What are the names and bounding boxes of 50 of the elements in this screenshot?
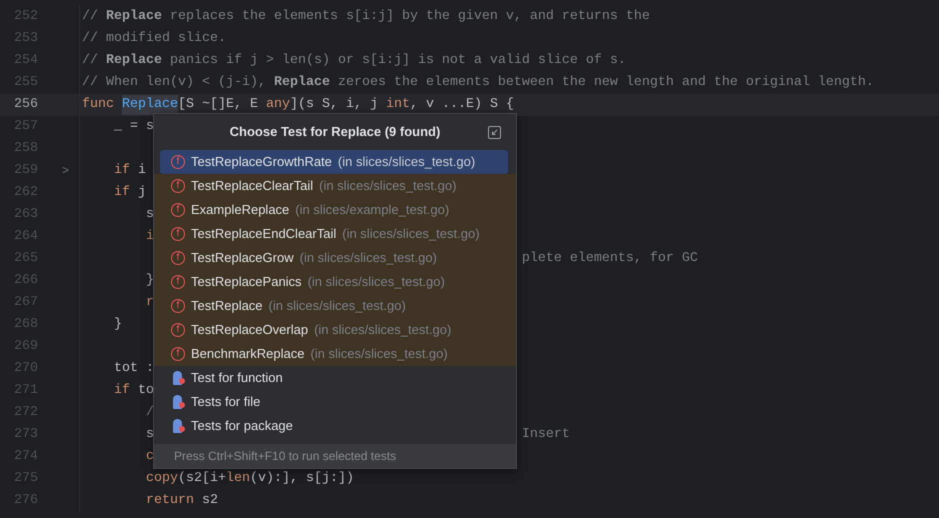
function-icon: f <box>171 227 185 241</box>
figure-icon <box>171 370 185 386</box>
hint-text: Press Ctrl+Shift+F10 to run selected tests <box>154 444 516 468</box>
collapse-icon[interactable] <box>488 126 501 139</box>
figure-icon <box>171 394 185 410</box>
test-list-item[interactable]: f TestReplaceClearTail (in slices/slices_test.go) <box>154 174 516 198</box>
code-line: if j <box>112 184 146 202</box>
function-icon: f <box>171 155 185 169</box>
test-list-item[interactable]: f TestReplaceOverlap (in slices/slices_test.go) <box>154 318 516 342</box>
code-line: s <box>144 426 154 444</box>
code-line: return s2 <box>144 492 218 510</box>
code-line: / <box>144 404 154 422</box>
test-list-item[interactable]: Test for function <box>154 366 516 390</box>
code-line: func Replace[S ~[]E, E any](s S, i, j int, v ...E) S { <box>82 95 514 115</box>
test-list-item[interactable]: f TestReplaceGrowthRate (in slices/slices_test.go) <box>160 150 508 174</box>
code-line: s <box>144 206 154 224</box>
test-list-item[interactable]: Tests for file <box>154 390 516 414</box>
test-list-item[interactable]: f BenchmarkReplace (in slices/slices_test.go) <box>154 342 516 366</box>
code-line: Insert <box>522 426 570 444</box>
function-icon: f <box>171 203 185 217</box>
code-line: if to <box>112 382 154 400</box>
test-list-item[interactable]: f ExampleReplace (in slices/example_test.go) <box>154 198 516 222</box>
function-icon: f <box>171 275 185 289</box>
function-icon: f <box>171 347 185 361</box>
code-line: } <box>112 316 122 334</box>
code-line: // Replace panics if j > len(s) or s[i:j] is not a valid slice of s. <box>82 52 626 70</box>
code-line: plete elements, for GC <box>522 250 698 268</box>
function-icon: f <box>171 323 185 337</box>
test-list-item[interactable]: f TestReplacePanics (in slices/slices_test.go) <box>154 270 516 294</box>
test-list-item[interactable]: f TestReplaceEndClearTail (in slices/slices_test.go) <box>154 222 516 246</box>
figure-icon <box>171 418 185 434</box>
function-icon: f <box>171 251 185 265</box>
test-list-item[interactable]: f TestReplace (in slices/slices_test.go) <box>154 294 516 318</box>
code-line: c <box>144 448 154 466</box>
code-line: tot : <box>112 360 154 378</box>
function-icon: f <box>171 299 185 313</box>
code-line: // When len(v) < (j-i), Replace zeroes the elements between the new length and the original length. <box>82 74 874 92</box>
code-line: } <box>144 272 154 290</box>
test-list-item[interactable]: f TestReplaceGrow (in slices/slices_test.go) <box>154 246 516 270</box>
popup-title: Choose Test for Replace (9 found) <box>230 123 440 142</box>
function-icon: f <box>171 179 185 193</box>
test-list-item[interactable]: Tests for package <box>154 414 516 438</box>
code-line: _ = s <box>112 118 154 136</box>
code-line: if i <box>112 162 146 180</box>
code-line: // Replace replaces the elements s[i:j] by the given v, and returns the <box>82 8 650 26</box>
code-line: r <box>144 294 154 312</box>
code-line: copy(s2[i+len(v):], s[j:]) <box>144 470 354 488</box>
code-line: // modified slice. <box>82 30 226 48</box>
line-number: 256 <box>13 96 38 114</box>
code-line: i <box>144 228 154 246</box>
